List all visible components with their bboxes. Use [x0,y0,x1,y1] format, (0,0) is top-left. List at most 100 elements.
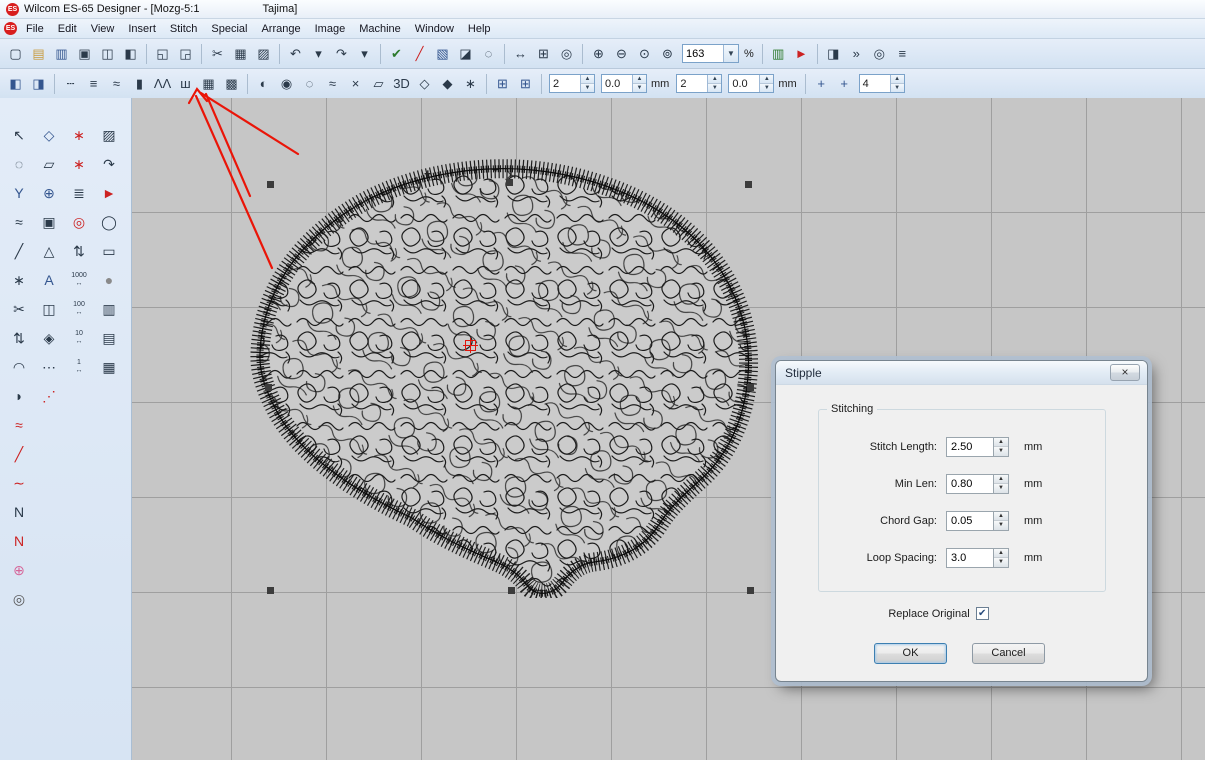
zoom-in-icon[interactable]: ⊕ [588,43,609,64]
zoom-combo[interactable]: ▼ [682,44,739,63]
zigzag-tool-icon[interactable]: ≈ [6,209,32,234]
sculpt-icon[interactable]: ◆ [437,73,458,94]
menu-file[interactable]: File [19,21,51,37]
baseline-icon[interactable]: ≣ [66,180,92,205]
new-icon[interactable]: ▢ [5,43,26,64]
stitch-spacing-stepper[interactable]: 0.0 ▲▼ [601,74,647,93]
menu-special[interactable]: Special [204,21,254,37]
save-icon[interactable]: ▥ [51,43,72,64]
florentine-icon[interactable]: ∗ [66,151,92,176]
design-properties-icon[interactable]: ▣ [74,43,95,64]
align-icon[interactable]: + [834,73,855,94]
overview-window-icon[interactable]: ◨ [823,43,844,64]
rectangle-tool-icon[interactable]: ▭ [96,238,122,263]
grid-b-icon[interactable]: ⊞ [515,73,536,94]
flag-icon[interactable]: ► [96,180,122,205]
scissors-icon[interactable]: ✂ [6,296,32,321]
menu-help[interactable]: Help [461,21,498,37]
line-red-icon[interactable]: ╱ [6,441,32,466]
options-icon[interactable]: ≡ [892,43,913,64]
measure-icon[interactable]: ↔ [510,43,531,64]
polygon-select-icon[interactable]: ◌ [6,151,32,176]
rotate-anchor-icon[interactable]: + [424,166,432,181]
star-tool-icon[interactable]: ∗ [6,267,32,292]
travel-tools-icon[interactable]: » [846,43,867,64]
copy-icon[interactable]: ▦ [230,43,251,64]
stitch-length-input[interactable] [946,437,993,457]
zoom-input[interactable] [683,45,723,62]
selection-handle-mid-right[interactable] [747,384,754,391]
selection-handle-top-left[interactable] [267,181,274,188]
select-icon[interactable]: ↖ [6,122,32,147]
design-window-icon[interactable]: ◎ [869,43,890,64]
reshape-object-icon[interactable]: ◇ [36,122,62,147]
overlap-icon[interactable]: △ [36,238,62,263]
spiral-fill-icon[interactable]: ◌ [299,73,320,94]
node-line-red-icon[interactable]: N [6,528,32,553]
triple-run-icon[interactable]: ≡ [83,73,104,94]
reshape-node-icon[interactable]: Y [6,180,32,205]
ring-icon[interactable]: ◗ [6,383,32,408]
jump-1-icon[interactable]: 1↔ [66,354,92,379]
e-stitch-icon[interactable]: ш [175,73,196,94]
undo-more-icon[interactable]: ▾ [308,43,329,64]
grid-a-icon[interactable]: ⊞ [492,73,513,94]
cut-icon[interactable]: ✂ [207,43,228,64]
ellipse-tool-icon[interactable]: ◯ [96,209,122,234]
show-hoop-icon[interactable]: ◎ [556,43,577,64]
print-preview-icon[interactable]: ◧ [120,43,141,64]
transform-icon[interactable]: ▱ [36,151,62,176]
menu-image[interactable]: Image [308,21,353,37]
min-len-spinner[interactable]: ▲▼ [993,474,1009,494]
3d-effect-icon[interactable]: 3D [391,73,412,94]
dialog-close-button[interactable]: × [1110,364,1140,381]
stairs-icon[interactable]: ▤ [96,325,122,350]
menu-insert[interactable]: Insert [121,21,163,37]
open-icon[interactable]: ▤ [28,43,49,64]
chord-gap-input[interactable] [946,511,993,531]
fan-icon[interactable]: ◠ [6,354,32,379]
stitch-player-icon[interactable]: ► [791,43,812,64]
zoom-fit-icon[interactable]: ⊚ [657,43,678,64]
titlebar[interactable]: ES Wilcom ES-65 Designer - [Mozg-5:1 Taj… [0,0,1205,19]
trapunto-icon[interactable]: ◇ [414,73,435,94]
redo-icon[interactable]: ↷ [331,43,352,64]
target-gray-icon[interactable]: ◎ [6,586,32,611]
selection-handle-top-center[interactable] [506,179,513,186]
stipple-dialog-titlebar[interactable]: Stipple [776,361,1147,385]
dotted-run-icon[interactable]: ⋯ [36,354,62,379]
world-view-icon[interactable]: ⊕ [36,180,62,205]
column-tool-icon[interactable]: ▥ [96,296,122,321]
zoom-out-icon[interactable]: ⊖ [611,43,632,64]
generate-stitches-icon[interactable]: ✔ [386,43,407,64]
menu-window[interactable]: Window [408,21,461,37]
stitch-count-arrows-2[interactable]: ▲▼ [707,75,721,92]
selection-handle-mid-left[interactable] [265,384,272,391]
undo-icon[interactable]: ↶ [285,43,306,64]
design-canvas[interactable]: + Stipple × Stitching Stitch Length: ▲▼ [132,98,1205,760]
selection-handle-bottom-center[interactable] [508,587,515,594]
stitch-count-stepper-2[interactable]: 2 ▲▼ [676,74,722,93]
stitch-count-stepper[interactable]: 2 ▲▼ [549,74,595,93]
cross-stitch-icon[interactable]: × [345,73,366,94]
dock-b-icon[interactable]: ◨ [28,73,49,94]
fill-stitch-icon[interactable]: ▧ [432,43,453,64]
jump-10-icon[interactable]: 10↔ [66,325,92,350]
flip-vertical-icon[interactable]: ⇅ [6,325,32,350]
applique-icon[interactable]: ▱ [368,73,389,94]
auto-digitize-icon[interactable]: ◌ [478,43,499,64]
dock-a-icon[interactable]: ◧ [5,73,26,94]
brain-stipple-design[interactable] [242,158,772,598]
lettering-icon[interactable]: A [36,267,62,292]
zigzag-icon[interactable]: ΛΛ [152,73,173,94]
zoom-dropdown-icon[interactable]: ▼ [723,45,738,62]
paste-icon[interactable]: ▨ [253,43,274,64]
trailing-arrows[interactable]: ▲▼ [890,75,904,92]
knife-icon[interactable]: ╱ [6,238,32,263]
stitch-length-arrows-2[interactable]: ▲▼ [759,75,773,92]
target-pink-icon[interactable]: ⊕ [6,557,32,582]
mirror-merge-icon[interactable]: ∗ [66,122,92,147]
checker-icon[interactable]: ▦ [96,354,122,379]
stitch-updown-icon[interactable]: ⇅ [66,238,92,263]
zoom-1-1-icon[interactable]: ⊙ [634,43,655,64]
